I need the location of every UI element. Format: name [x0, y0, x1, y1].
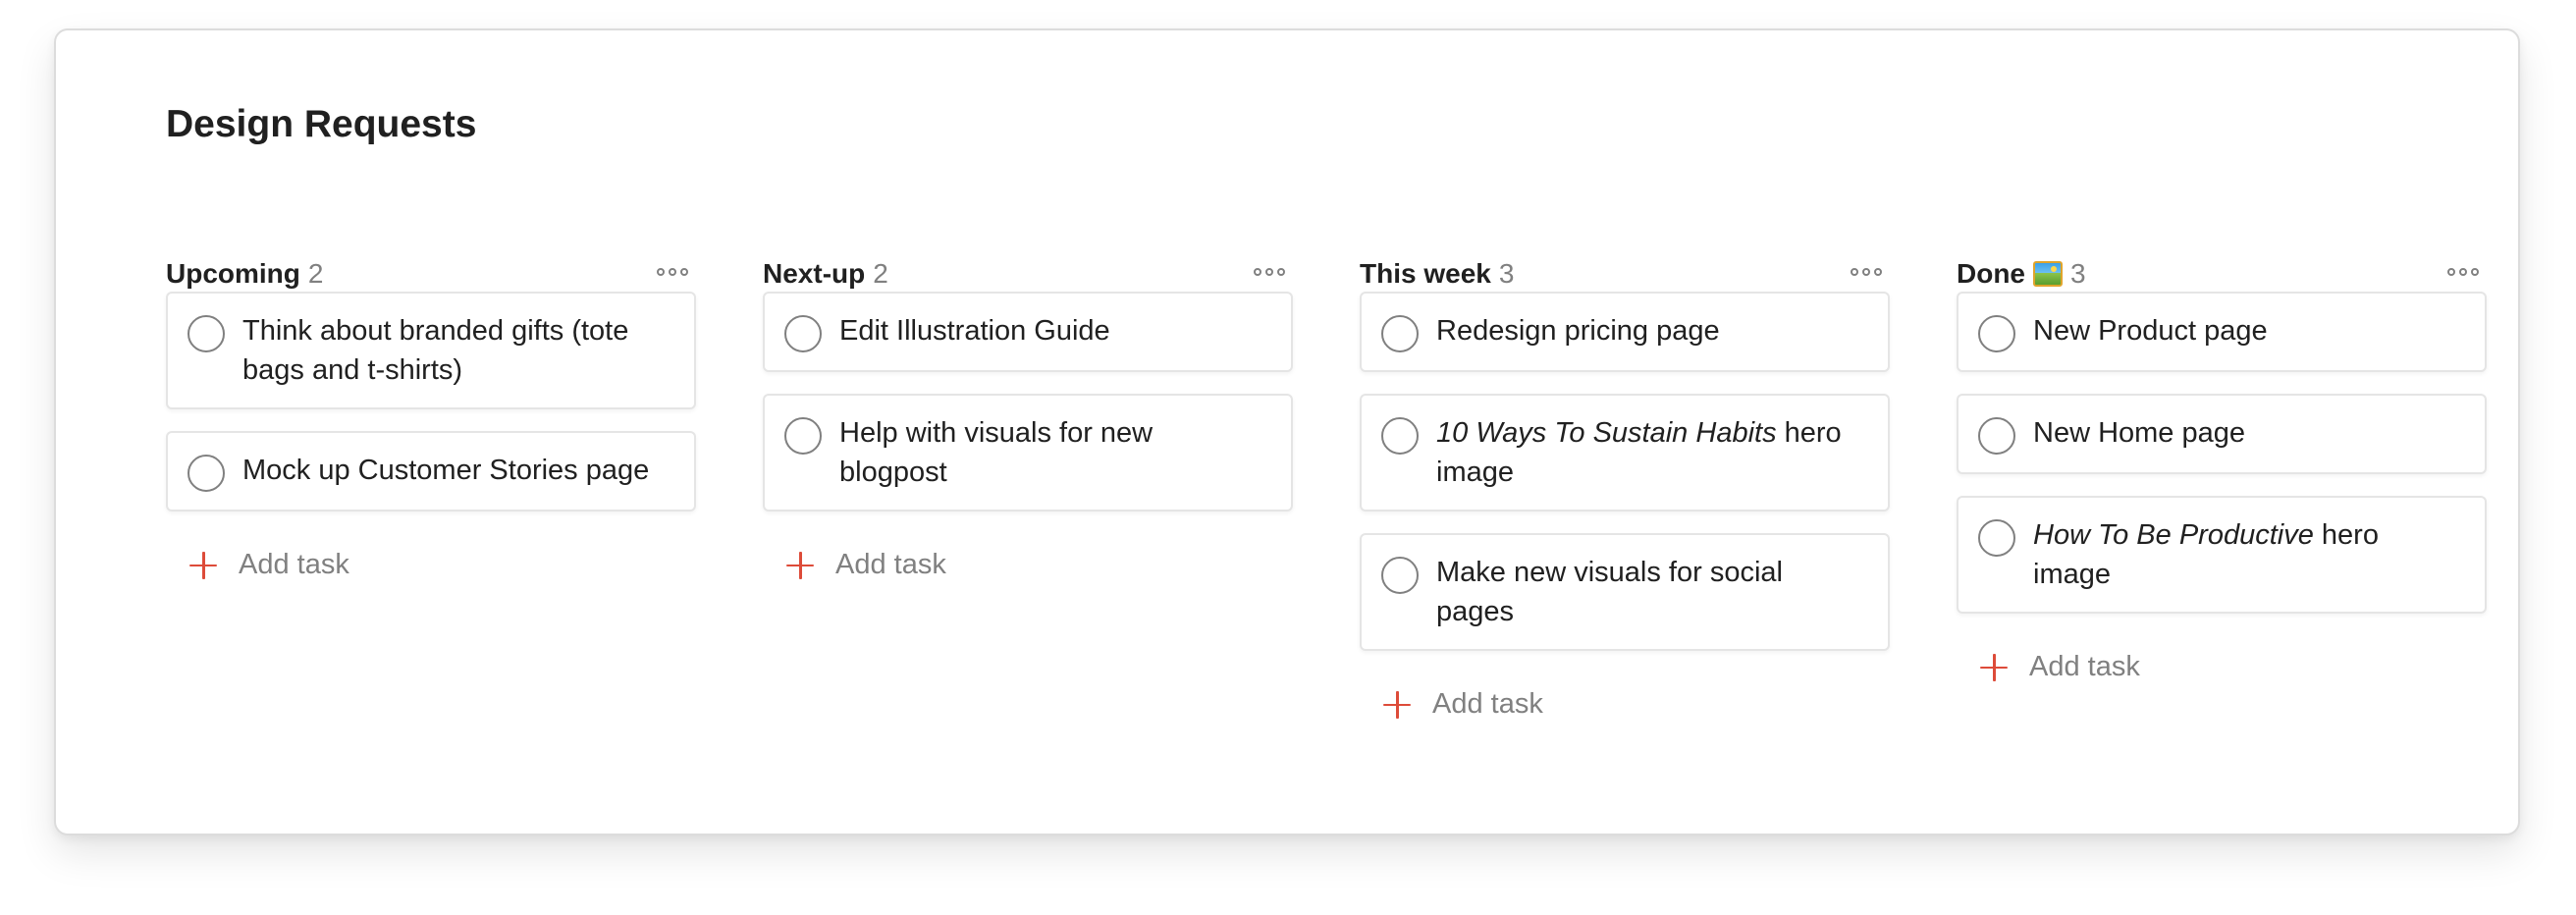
task-checkbox[interactable] [784, 417, 822, 455]
add-task-button[interactable]: Add task [166, 549, 696, 581]
task-card[interactable]: 10 Ways To Sustain Habits hero image [1360, 394, 1890, 511]
task-card[interactable]: Help with visuals for new blogpost [763, 394, 1293, 511]
more-dot-icon [1874, 268, 1882, 276]
column-done: Done 3 New Product page New Home page Ho… [1957, 227, 2487, 721]
column-title: Upcoming 2 [166, 227, 323, 288]
framed-picture-icon [2033, 261, 2063, 287]
plus-icon [1980, 653, 2008, 681]
more-dot-icon [669, 268, 676, 276]
task-checkbox[interactable] [188, 315, 225, 352]
column-count: 2 [873, 258, 888, 289]
column-header: Next-up 2 [763, 227, 1293, 292]
column-next-up: Next-up 2 Edit Illustration Guide Help w… [763, 227, 1293, 721]
task-checkbox[interactable] [1381, 557, 1419, 594]
column-title: This week 3 [1360, 227, 1514, 288]
task-card[interactable]: New Home page [1957, 394, 2487, 474]
task-content: Think about branded gifts (tote bags and… [242, 315, 629, 386]
add-task-label: Add task [239, 549, 349, 580]
task-checkbox[interactable] [188, 455, 225, 492]
task-checkbox[interactable] [784, 315, 822, 352]
more-dot-icon [657, 268, 665, 276]
more-dot-icon [1265, 268, 1273, 276]
task-content: Make new visuals for social pages [1436, 557, 1783, 627]
column-more-button[interactable] [1246, 268, 1293, 276]
more-dot-icon [680, 268, 688, 276]
more-dot-icon [2471, 268, 2479, 276]
task-content: How To Be Productive hero image [2033, 515, 2461, 594]
task-checkbox[interactable] [1978, 417, 2015, 455]
task-content: Redesign pricing page [1436, 315, 1720, 347]
plus-icon [1383, 690, 1411, 719]
column-name: This week [1360, 258, 1491, 289]
plus-icon [786, 551, 814, 579]
task-content: Help with visuals for new blogpost [839, 417, 1154, 488]
plus-icon [189, 551, 217, 579]
column-more-button[interactable] [649, 268, 696, 276]
more-dot-icon [2459, 268, 2467, 276]
column-title: Done 3 [1957, 227, 2086, 288]
add-task-label: Add task [835, 549, 946, 580]
add-task-label: Add task [1432, 688, 1543, 720]
task-checkbox[interactable] [1978, 519, 2015, 557]
task-checkbox[interactable] [1978, 315, 2015, 352]
task-card[interactable]: Mock up Customer Stories page [166, 431, 696, 511]
task-card[interactable]: Make new visuals for social pages [1360, 533, 1890, 651]
column-count: 3 [1498, 258, 1515, 289]
column-header: Upcoming 2 [166, 227, 696, 292]
task-content: New Product page [2033, 315, 2268, 347]
task-card[interactable]: How To Be Productive hero image [1957, 496, 2487, 614]
page-title: Design Requests [166, 103, 477, 145]
board-window: Design Requests Upcoming 2 Think about b… [54, 28, 2520, 835]
column-more-button[interactable] [1843, 268, 1890, 276]
add-task-button[interactable]: Add task [1360, 688, 1890, 721]
task-card[interactable]: Redesign pricing page [1360, 292, 1890, 372]
task-card[interactable]: Edit Illustration Guide [763, 292, 1293, 372]
more-dot-icon [1277, 268, 1285, 276]
column-header: Done 3 [1957, 227, 2487, 292]
task-card[interactable]: New Product page [1957, 292, 2487, 372]
task-content: Mock up Customer Stories page [242, 455, 650, 486]
task-content-italic: 10 Ways To Sustain Habits [1436, 417, 1777, 449]
column-name: Upcoming [166, 258, 300, 289]
more-dot-icon [2447, 268, 2455, 276]
column-more-button[interactable] [2440, 268, 2487, 276]
task-content: New Home page [2033, 417, 2245, 449]
more-dot-icon [1254, 268, 1261, 276]
task-card[interactable]: Think about branded gifts (tote bags and… [166, 292, 696, 409]
add-task-button[interactable]: Add task [763, 549, 1293, 581]
column-upcoming: Upcoming 2 Think about branded gifts (to… [166, 227, 696, 721]
column-count: 3 [2070, 258, 2086, 289]
task-content: Edit Illustration Guide [839, 315, 1110, 347]
more-dot-icon [1851, 268, 1858, 276]
board: Upcoming 2 Think about branded gifts (to… [166, 227, 2487, 721]
add-task-button[interactable]: Add task [1957, 651, 2487, 683]
column-count: 2 [307, 258, 324, 289]
task-checkbox[interactable] [1381, 315, 1419, 352]
column-header: This week 3 [1360, 227, 1890, 292]
task-checkbox[interactable] [1381, 417, 1419, 455]
column-name: Next-up [763, 258, 866, 289]
column-title: Next-up 2 [763, 227, 888, 288]
column-this-week: This week 3 Redesign pricing page 10 Way… [1360, 227, 1890, 721]
task-content-italic: How To Be Productive [2033, 519, 2314, 551]
column-name: Done [1957, 258, 2025, 289]
more-dot-icon [1862, 268, 1870, 276]
add-task-label: Add task [2029, 651, 2140, 682]
task-content: 10 Ways To Sustain Habits hero image [1436, 413, 1864, 492]
